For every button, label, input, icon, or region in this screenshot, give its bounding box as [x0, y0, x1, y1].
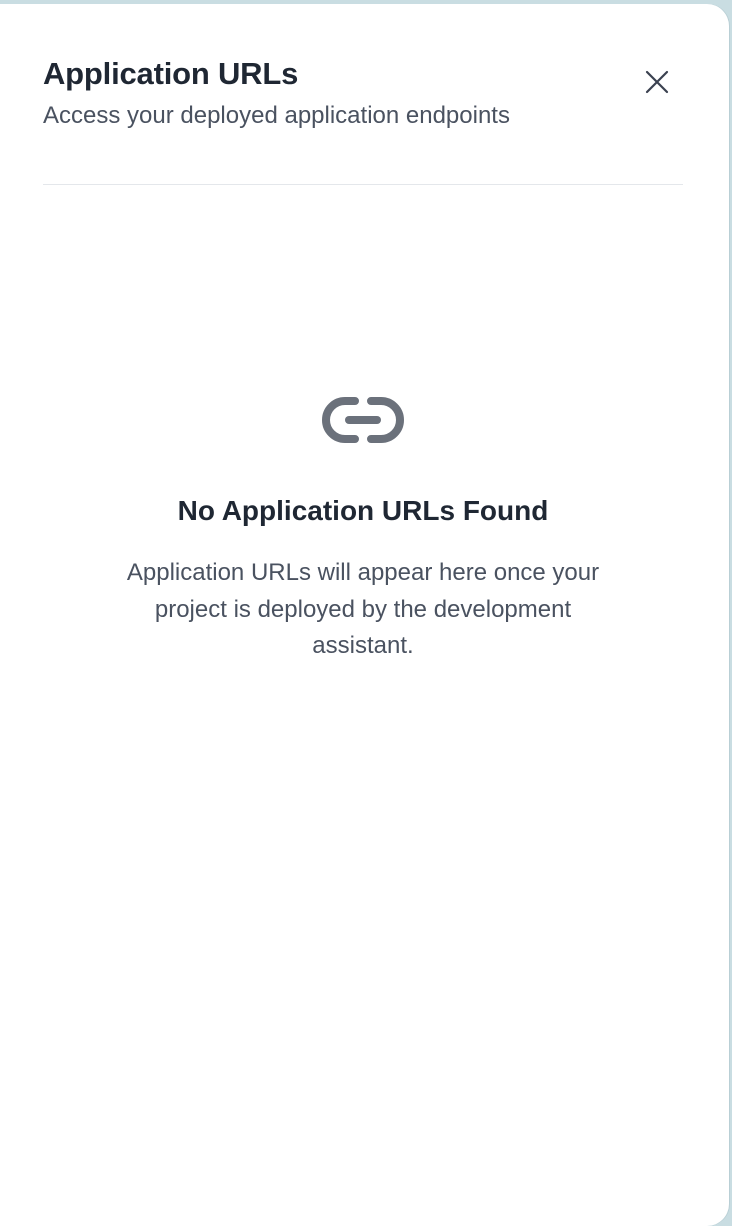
panel-header: Application URLs Access your deployed ap… — [43, 54, 683, 132]
empty-state-title: No Application URLs Found — [177, 495, 549, 526]
header-divider — [43, 184, 683, 185]
link-icon — [322, 397, 404, 443]
panel-subtitle: Access your deployed application endpoin… — [43, 102, 510, 129]
empty-state-description: Application URLs will appear here once y… — [126, 559, 600, 659]
close-icon — [645, 70, 669, 94]
empty-state: No Application URLs Found Application UR… — [0, 394, 726, 665]
panel-title: Application URLs — [43, 56, 299, 91]
application-urls-panel: Application URLs Access your deployed ap… — [0, 4, 729, 1226]
close-button[interactable] — [636, 61, 678, 103]
